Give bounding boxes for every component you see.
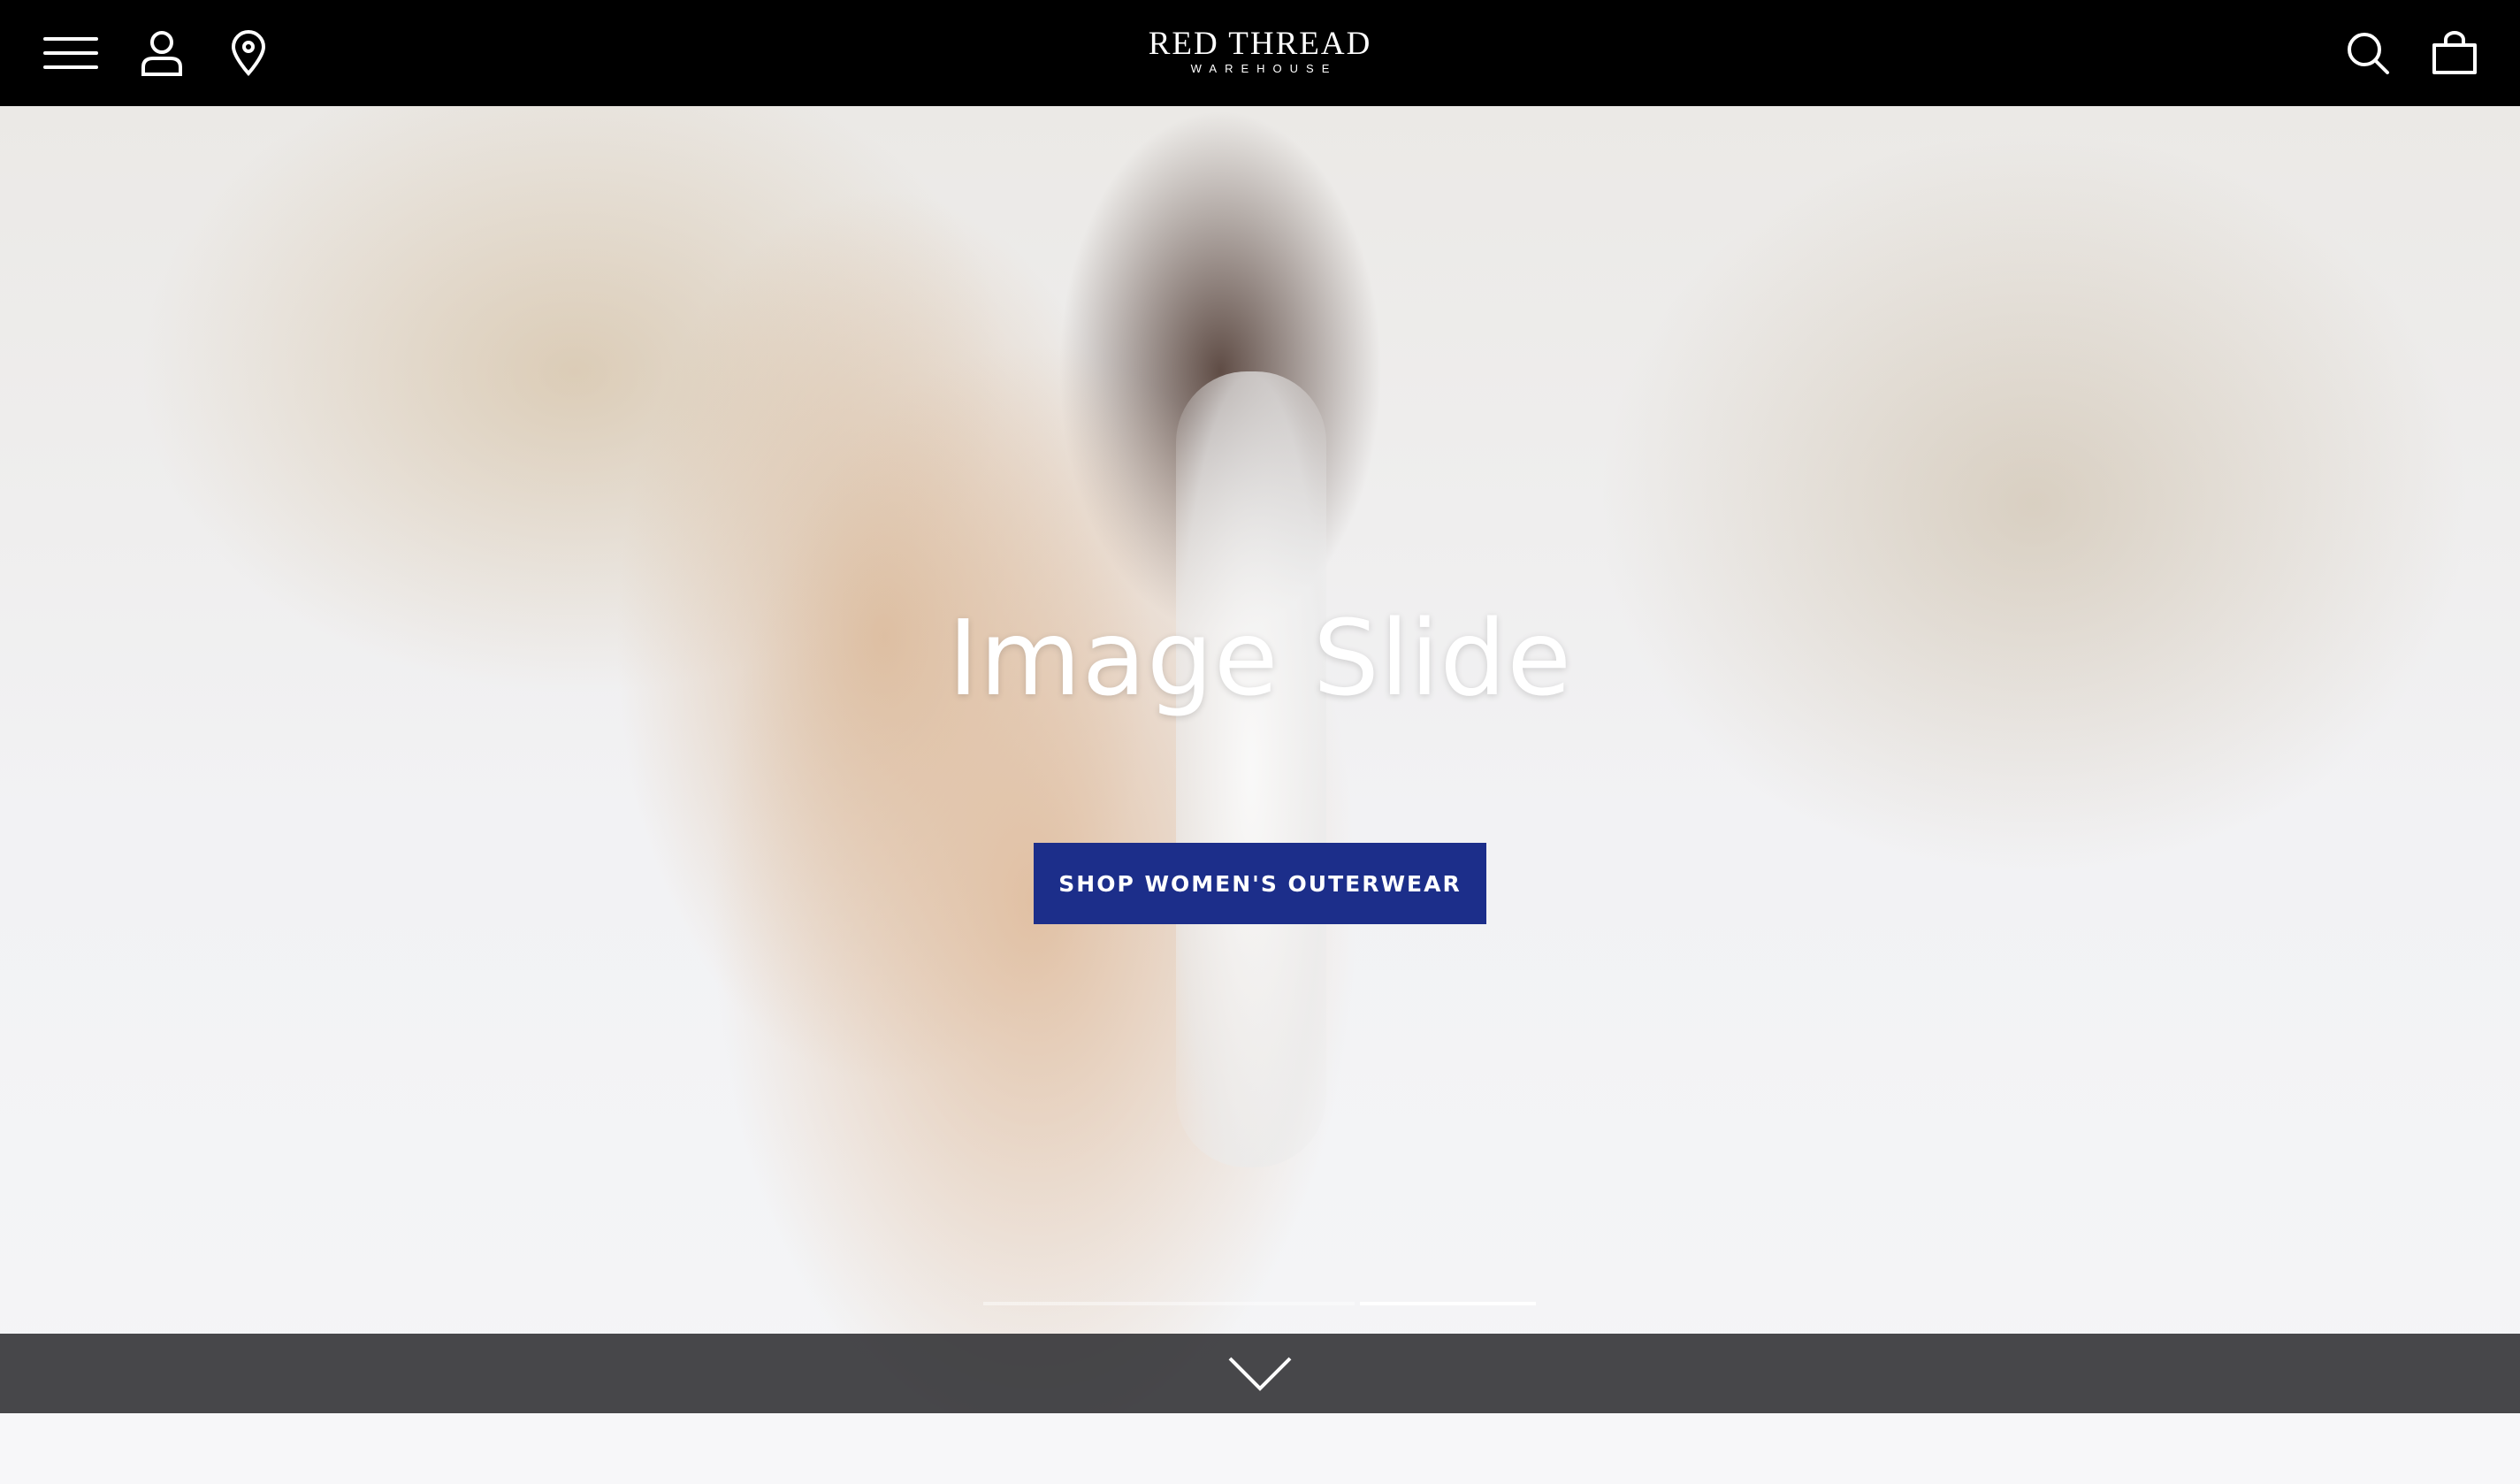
menu-icon[interactable]	[42, 27, 99, 80]
logo-main-text: RED THREAD	[1148, 26, 1372, 62]
slide-indicators	[983, 1302, 1536, 1305]
chevron-down-icon	[1228, 1357, 1292, 1391]
logo-sub-text: WAREHOUSE	[1190, 62, 1338, 75]
slide-indicator-2[interactable]	[1360, 1302, 1536, 1305]
hero-slide-image: Image Slide SHOP WOMEN'S OUTERWEAR	[0, 106, 2520, 1413]
shopping-bag-icon[interactable]	[2426, 27, 2483, 80]
search-icon[interactable]	[2340, 27, 2396, 80]
scroll-down-bar[interactable]	[0, 1334, 2520, 1413]
account-icon[interactable]	[134, 27, 190, 80]
page-content-area	[0, 1413, 2520, 1484]
hero-title: Image Slide	[947, 597, 1573, 719]
location-pin-icon[interactable]	[220, 27, 277, 80]
hero-photo-detail	[1176, 371, 1326, 1167]
shop-womens-outerwear-button[interactable]: SHOP WOMEN'S OUTERWEAR	[1034, 843, 1486, 924]
site-header: RED THREAD WAREHOUSE	[0, 0, 2520, 106]
slide-indicator-1[interactable]	[983, 1302, 1355, 1305]
brand-logo[interactable]: RED THREAD WAREHOUSE	[1149, 27, 1372, 76]
